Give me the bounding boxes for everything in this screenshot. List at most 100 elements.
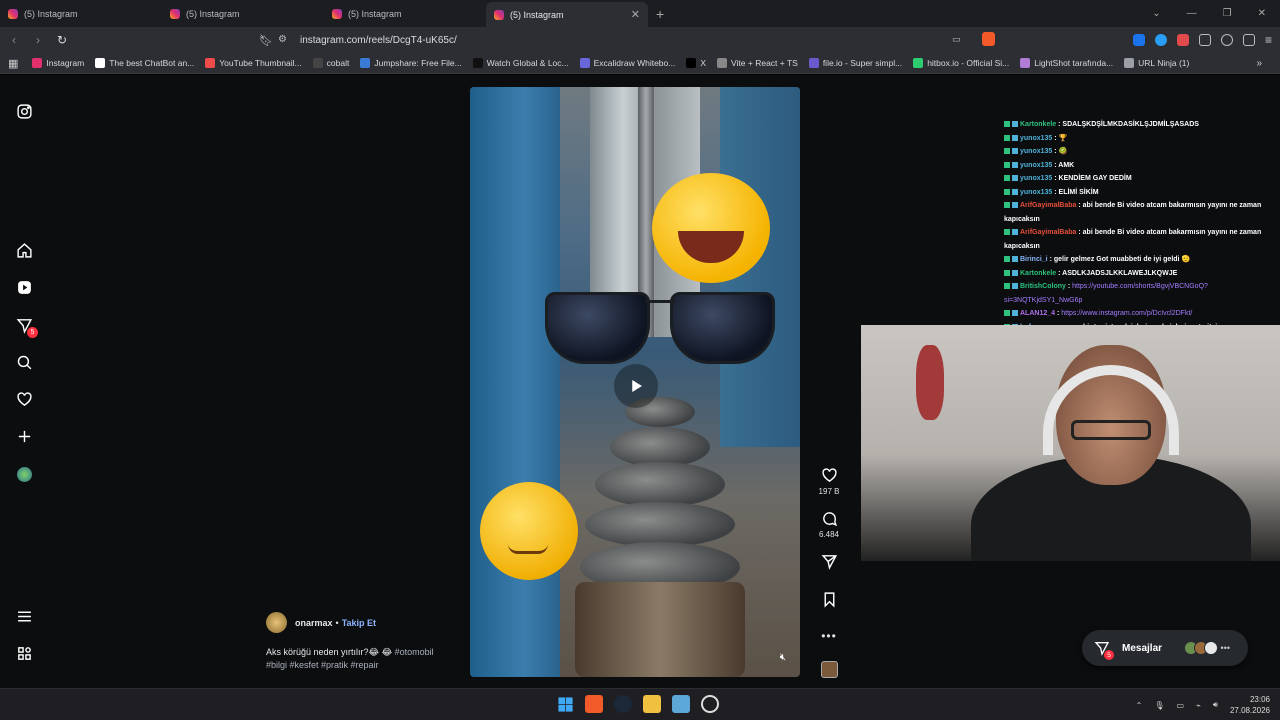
- bookmark-item[interactable]: Instagram: [32, 58, 84, 68]
- more-options-button[interactable]: •••: [821, 629, 837, 643]
- extension-icon[interactable]: [1154, 34, 1167, 46]
- bookmark-item[interactable]: YouTube Thumbnail...: [205, 58, 302, 68]
- also-from-meta-icon[interactable]: [15, 644, 33, 662]
- reels-icon[interactable]: [15, 278, 33, 296]
- reload-button[interactable]: ↻: [52, 33, 72, 47]
- cast-icon[interactable]: ▭: [952, 34, 961, 45]
- bookmark-item[interactable]: hitbox.io - Official Si...: [913, 58, 1009, 68]
- author-avatar[interactable]: [266, 612, 287, 633]
- chat-badge-icon: [1004, 175, 1010, 182]
- clock[interactable]: 23:06 27.08.2026: [1230, 694, 1270, 716]
- more-menu-icon[interactable]: [15, 607, 33, 625]
- comment-button[interactable]: 6.484: [819, 510, 839, 539]
- like-button[interactable]: 197 B: [819, 467, 839, 496]
- more-bookmarks-button[interactable]: »: [1256, 58, 1262, 69]
- messages-icon[interactable]: 5: [15, 316, 38, 338]
- vpn-icon[interactable]: [1242, 34, 1255, 46]
- bookmark-item[interactable]: LightShot tarafında...: [1020, 58, 1113, 68]
- app-icon[interactable]: [672, 695, 690, 713]
- hashtags[interactable]: #bilgi #kesfet #pratik #repair: [266, 660, 379, 670]
- tab-search-icon[interactable]: ⌄: [1152, 8, 1160, 19]
- tray-overflow-icon[interactable]: ⌃: [1136, 701, 1143, 710]
- home-icon[interactable]: [15, 241, 33, 259]
- bookmark-favicon-icon: [913, 58, 924, 68]
- back-button[interactable]: ‹: [4, 33, 24, 47]
- mute-icon[interactable]: 🔇︎: [780, 652, 786, 663]
- search-icon[interactable]: [15, 353, 33, 371]
- instagram-logo-icon[interactable]: [15, 102, 33, 120]
- close-tab-icon[interactable]: ✕: [631, 8, 640, 21]
- chat-text: gelir gelmez Got muabbeti de iyi geldi 🫡: [1053, 256, 1191, 263]
- display-icon[interactable]: ▭: [1177, 701, 1185, 710]
- chat-badge-icon: [1012, 161, 1018, 168]
- share-button[interactable]: [821, 553, 838, 573]
- chat-badge-icon: [1012, 188, 1018, 195]
- bookmark-favicon-icon: [686, 58, 697, 68]
- maximize-button[interactable]: ❐: [1223, 8, 1232, 19]
- create-plus-icon[interactable]: [15, 427, 33, 445]
- chat-badge-icon: [1012, 283, 1018, 290]
- audio-button[interactable]: [820, 661, 838, 678]
- browser-tab[interactable]: (5) Instagram: [0, 0, 162, 27]
- reel-video[interactable]: 🔇︎: [470, 87, 800, 677]
- start-button[interactable]: [556, 695, 574, 713]
- close-window-button[interactable]: ✕: [1258, 8, 1266, 19]
- bookmark-item[interactable]: file.io - Super simpl...: [808, 58, 902, 68]
- bookmark-item[interactable]: cobalt: [312, 58, 349, 68]
- hashtag[interactable]: #otomobil: [395, 647, 434, 657]
- browser-tab[interactable]: (5) Instagram: [162, 0, 324, 27]
- url-field[interactable]: ⚙ instagram.com/reels/DcgT4-uK65c/: [278, 30, 1006, 50]
- file-explorer-icon[interactable]: [643, 695, 661, 713]
- new-tab-button[interactable]: +: [656, 6, 664, 22]
- author-username[interactable]: onarmax: [295, 618, 333, 628]
- chat-message: Kartonkele : ASDLKJADSJLKKLAWEJLKQWJE: [1004, 267, 1276, 281]
- site-info-icon[interactable]: ⚙: [278, 34, 290, 46]
- bookmark-label: Excalidraw Whitebo...: [593, 58, 676, 68]
- menu-icon[interactable]: ≡: [1265, 33, 1272, 47]
- bookmark-item[interactable]: Excalidraw Whitebo...: [579, 58, 676, 68]
- bookmark-favicon-icon: [808, 58, 819, 68]
- apps-grid-icon[interactable]: ▦: [8, 57, 18, 70]
- chat-badge-icon: [1004, 121, 1010, 128]
- save-button[interactable]: [821, 591, 838, 611]
- bookmark-item[interactable]: X: [686, 58, 706, 68]
- bookmark-item[interactable]: URL Ninja (1): [1124, 58, 1189, 68]
- forward-button[interactable]: ›: [28, 33, 48, 47]
- bookmark-item[interactable]: Vite + React + TS: [717, 58, 798, 68]
- play-button[interactable]: [614, 364, 658, 408]
- messages-pill[interactable]: 5 Mesajlar •••: [1082, 630, 1248, 666]
- chat-badge-icon: [1004, 161, 1010, 168]
- volume-icon[interactable]: 🔊︎: [1213, 700, 1218, 710]
- brave-browser-icon[interactable]: [585, 695, 603, 713]
- minimize-button[interactable]: —: [1187, 8, 1197, 19]
- wallet-icon[interactable]: [1220, 34, 1233, 46]
- puzzle-icon[interactable]: [1198, 34, 1211, 46]
- extension-icon[interactable]: [1176, 34, 1189, 46]
- stream-chat-overlay: Kartonkele : SDALŞKDŞİLMKDASİKLŞJDMİLŞAS…: [1004, 118, 1276, 334]
- notifications-heart-icon[interactable]: [15, 390, 33, 408]
- bookmark-item[interactable]: Jumpshare: Free File...: [360, 58, 462, 68]
- chat-text[interactable]: https://www.instagram.com/p/DcIvcl2DFkt/: [1061, 310, 1192, 317]
- instagram-favicon-icon: [170, 8, 180, 19]
- chat-text: ASDLKJADSJLKKLAWEJLKQWJE: [1062, 269, 1178, 277]
- chat-text: 🏆: [1058, 134, 1068, 142]
- clock-time: 23:06: [1249, 695, 1270, 704]
- browser-tab[interactable]: (5) Instagram ✕: [486, 2, 648, 27]
- chat-message: yunox135 : ELİMİ SİKİM: [1004, 186, 1276, 200]
- chat-username: yunox135: [1020, 134, 1053, 142]
- brave-shields-icon[interactable]: [982, 32, 995, 46]
- network-icon[interactable]: ⌁: [1196, 701, 1201, 710]
- follow-button[interactable]: Takip Et: [342, 618, 376, 628]
- bookmark-item[interactable]: Watch Global & Loc...: [472, 58, 569, 68]
- extension-icon[interactable]: [1132, 34, 1145, 46]
- bookmark-icon[interactable]: 🔖︎: [259, 34, 273, 47]
- messages-pill-badge: 5: [1104, 650, 1114, 660]
- chat-badge-icon: [1004, 229, 1010, 236]
- chat-message: ArifGayimalBaba : abi bende Bi video atc…: [1004, 229, 1262, 250]
- microphone-icon[interactable]: 🎙︎: [1154, 701, 1164, 710]
- obs-icon[interactable]: [701, 695, 719, 713]
- steam-icon[interactable]: [614, 695, 632, 713]
- bookmark-item[interactable]: The best ChatBot an...: [95, 58, 194, 68]
- browser-tab[interactable]: (5) Instagram: [324, 0, 486, 27]
- profile-avatar[interactable]: [15, 465, 33, 483]
